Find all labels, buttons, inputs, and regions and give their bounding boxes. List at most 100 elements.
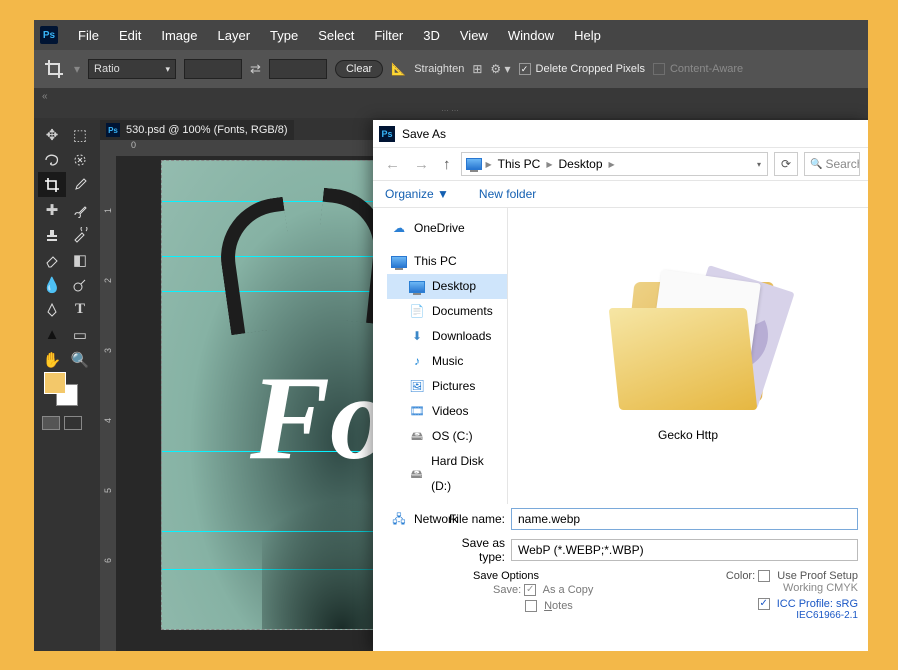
- crumb-desktop[interactable]: Desktop: [557, 157, 605, 171]
- lasso-tool-icon[interactable]: [38, 147, 66, 172]
- tree-music[interactable]: ♪Music: [387, 349, 507, 374]
- hand-tool-icon[interactable]: ✋: [38, 347, 66, 372]
- canvas-text: Fo: [250, 349, 390, 487]
- filename-label: File name:: [433, 512, 505, 526]
- crop-width-input[interactable]: [184, 59, 242, 79]
- folder-item-label: Gecko Http: [658, 428, 718, 442]
- gradient-tool-icon[interactable]: ◧: [66, 247, 94, 272]
- tree-documents[interactable]: 📄Documents: [387, 299, 507, 324]
- tree-os-c[interactable]: 🖴OS (C:): [387, 424, 507, 449]
- menu-help[interactable]: Help: [564, 28, 611, 43]
- color-label: Color:: [726, 570, 755, 582]
- tree-pictures[interactable]: 🖼Pictures: [387, 374, 507, 399]
- search-icon: 🔍: [810, 159, 822, 170]
- as-copy-checkbox: ✓: [524, 584, 536, 596]
- savetype-select[interactable]: WebP (*.WEBP;*.WBP): [511, 539, 858, 561]
- save-as-dialog: Ps Save As ← → ↑ ▶ This PC ▶ Desktop ▶ ▾…: [373, 120, 868, 651]
- blur-tool-icon[interactable]: 💧: [38, 272, 66, 297]
- menu-view[interactable]: View: [450, 28, 498, 43]
- filename-input[interactable]: name.webp: [511, 508, 858, 530]
- nav-up-icon[interactable]: ↑: [439, 156, 455, 173]
- foreground-color-swatch[interactable]: [44, 372, 66, 394]
- document-title: 530.psd @ 100% (Fonts, RGB/8): [126, 124, 288, 136]
- shape-tool-icon[interactable]: ▭: [66, 322, 94, 347]
- pen-tool-icon[interactable]: [38, 297, 66, 322]
- chevron-right-icon: ▶: [607, 160, 617, 169]
- thispc-icon: [466, 158, 482, 170]
- tools-panel-grip[interactable]: ……: [34, 104, 868, 118]
- menu-edit[interactable]: Edit: [109, 28, 151, 43]
- quickmask-toggle[interactable]: [42, 416, 82, 430]
- tree-onedrive[interactable]: ☁OneDrive: [387, 216, 507, 241]
- documents-icon: 📄: [409, 304, 425, 320]
- grid-overlay-icon[interactable]: ⊞: [472, 62, 482, 76]
- icc-checkbox[interactable]: ✓: [758, 598, 770, 610]
- eyedropper-tool-icon[interactable]: [66, 172, 94, 197]
- crumb-dropdown-icon[interactable]: ▾: [755, 160, 763, 169]
- menu-filter[interactable]: Filter: [364, 28, 413, 43]
- menu-file[interactable]: File: [68, 28, 109, 43]
- dialog-title: Save As: [402, 127, 446, 141]
- content-aware-label: Content-Aware: [670, 63, 743, 75]
- icc-profile-link[interactable]: ICC Profile: sRG: [777, 598, 858, 610]
- delete-cropped-checkbox[interactable]: ✓: [519, 63, 531, 75]
- nav-forward-icon: →: [410, 156, 433, 173]
- crop-tool-icon[interactable]: [42, 57, 66, 81]
- history-brush-tool-icon[interactable]: [66, 222, 94, 247]
- iec-label: IEC61966-2.1: [726, 610, 858, 621]
- refresh-icon[interactable]: ⟳: [774, 152, 798, 176]
- crop-tool-icon[interactable]: [38, 172, 66, 197]
- type-tool-icon[interactable]: T: [66, 297, 94, 322]
- brush-tool-icon[interactable]: [66, 197, 94, 222]
- path-select-tool-icon[interactable]: ▲: [38, 322, 66, 347]
- marquee-tool-icon[interactable]: ⬚: [66, 122, 94, 147]
- tree-desktop[interactable]: Desktop: [387, 274, 507, 299]
- tree-hdd-d[interactable]: 🖴Hard Disk (D:): [387, 449, 507, 499]
- menu-image[interactable]: Image: [151, 28, 207, 43]
- menu-layer[interactable]: Layer: [208, 28, 261, 43]
- breadcrumb[interactable]: ▶ This PC ▶ Desktop ▶ ▾: [461, 152, 769, 176]
- notes-label: Notes: [544, 600, 573, 612]
- panel-collapse-bar[interactable]: «: [34, 88, 868, 104]
- search-placeholder: Search: [825, 157, 860, 171]
- network-icon: 🖧: [391, 512, 407, 528]
- nav-tree: ☁OneDrive This PC Desktop 📄Documents ⬇Do…: [373, 208, 508, 504]
- ps-logo-icon: Ps: [40, 26, 58, 44]
- ps-dialog-icon: Ps: [379, 126, 395, 142]
- tree-thispc[interactable]: This PC: [387, 249, 507, 274]
- document-tab[interactable]: Ps 530.psd @ 100% (Fonts, RGB/8): [100, 120, 294, 140]
- menu-select[interactable]: Select: [308, 28, 364, 43]
- crop-settings-icon[interactable]: ⚙ ▾: [490, 62, 510, 76]
- menu-type[interactable]: Type: [260, 28, 308, 43]
- folder-view[interactable]: Gecko Http: [508, 208, 868, 504]
- organize-menu[interactable]: Organize ▼: [385, 187, 449, 201]
- save-options-heading: Save Options: [473, 570, 593, 582]
- new-folder-button[interactable]: New folder: [479, 187, 536, 201]
- savetype-value: WebP (*.WEBP;*.WBP): [518, 543, 644, 557]
- folder-item-gecko[interactable]: [598, 270, 778, 420]
- nav-back-icon[interactable]: ←: [381, 156, 404, 173]
- ratio-select[interactable]: Ratio ▾: [88, 59, 176, 79]
- working-cmyk-label: Working CMYK: [726, 582, 858, 594]
- dodge-tool-icon[interactable]: [66, 272, 94, 297]
- menu-window[interactable]: Window: [498, 28, 564, 43]
- stamp-tool-icon[interactable]: [38, 222, 66, 247]
- tree-downloads[interactable]: ⬇Downloads: [387, 324, 507, 349]
- quick-select-tool-icon[interactable]: [66, 147, 94, 172]
- tree-videos[interactable]: 🎞Videos: [387, 399, 507, 424]
- crop-height-input[interactable]: [269, 59, 327, 79]
- move-tool-icon[interactable]: ✥: [38, 122, 66, 147]
- healing-tool-icon[interactable]: ✚: [38, 197, 66, 222]
- zoom-tool-icon[interactable]: 🔍: [66, 347, 94, 372]
- eraser-tool-icon[interactable]: [38, 247, 66, 272]
- crumb-thispc[interactable]: This PC: [496, 157, 543, 171]
- dialog-titlebar[interactable]: Ps Save As: [373, 120, 868, 148]
- videos-icon: 🎞: [409, 404, 425, 420]
- save-sublabel: Save:: [493, 584, 521, 596]
- straighten-icon[interactable]: 📐: [391, 62, 406, 76]
- menu-3d[interactable]: 3D: [413, 28, 450, 43]
- search-input[interactable]: 🔍 Search: [804, 152, 860, 176]
- clear-button[interactable]: Clear: [335, 60, 383, 78]
- options-bar: ▾ Ratio ▾ ⇄ Clear 📐 Straighten ⊞ ⚙ ▾ ✓ D…: [34, 50, 868, 88]
- swap-dimensions-icon[interactable]: ⇄: [250, 61, 261, 77]
